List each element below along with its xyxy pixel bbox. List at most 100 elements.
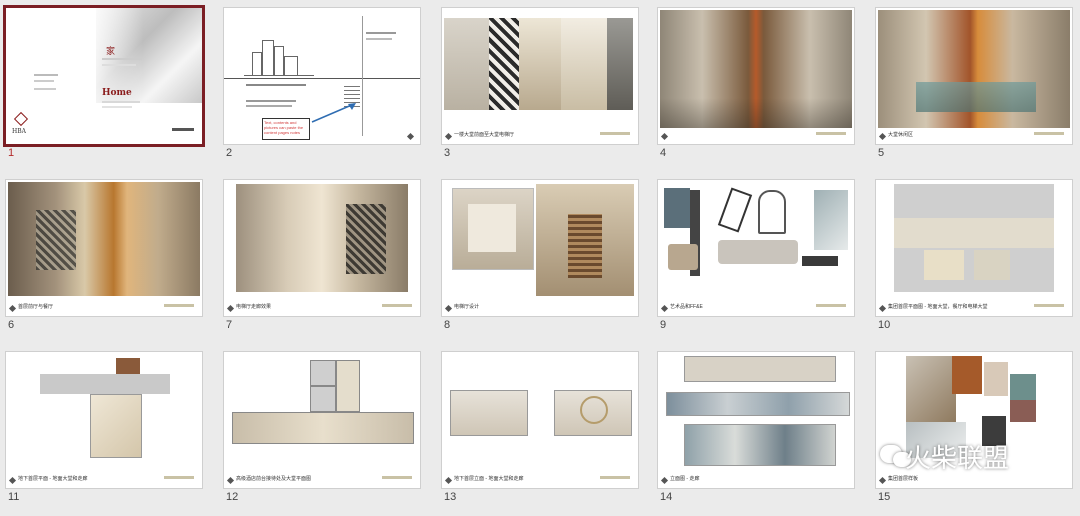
text-line <box>246 84 306 86</box>
mural-elevation <box>684 424 836 466</box>
mural-elevation <box>666 392 850 416</box>
slide-preview[interactable]: 集团首层平面图 - 地面大堂，餐厅和电梯大堂 <box>876 180 1072 316</box>
mirror-shape <box>580 396 608 424</box>
slide-preview[interactable]: 电梯厅走廊效果 <box>224 180 420 316</box>
slide-preview[interactable]: 电梯厅设计 <box>442 180 638 316</box>
brand-mark <box>1034 132 1064 135</box>
text-line <box>246 105 292 107</box>
elevator-hall-photo <box>561 18 607 110</box>
caption-mark-icon <box>660 304 669 313</box>
slide-preview[interactable]: 地下首层平面 - 地面大堂和走廊 <box>6 352 202 488</box>
material-swatch <box>952 356 982 394</box>
slide-number: 6 <box>8 319 15 331</box>
brand-mark <box>164 476 194 479</box>
brand-mark <box>1034 304 1064 307</box>
divider <box>224 78 420 79</box>
slide-thumbnail[interactable]: 地下首层立面 - 地面大堂和走廊 13 <box>442 352 638 516</box>
slide-preview[interactable]: 艺术品和FF&E <box>658 180 854 316</box>
slide-thumbnail[interactable]: 高级酒店前台接待处及大堂平面图 12 <box>224 352 420 516</box>
note-box: Text, contents and pictures can paste th… <box>262 118 310 140</box>
slide-preview[interactable]: 大堂休闲区 <box>876 8 1072 144</box>
slide-preview[interactable]: 首层前厅与餐厅 <box>6 180 202 316</box>
elevation-drawing <box>684 356 836 382</box>
slide-thumbnail[interactable]: Text, contents and pictures can paste th… <box>224 8 420 172</box>
slide-caption: 集团首层平面图 - 地面大堂，餐厅和电梯大堂 <box>888 304 988 310</box>
decor-door-panel <box>568 214 602 278</box>
material-swatch <box>1010 374 1036 400</box>
slide-thumbnail[interactable]: 大堂休闲区 5 <box>876 8 1072 172</box>
caption-mark-icon <box>878 304 887 313</box>
floor-shade <box>660 98 852 128</box>
slide-caption: 电梯厅走廊效果 <box>236 304 272 310</box>
caption-mark-icon <box>444 476 453 485</box>
lattice-screen-photo <box>489 18 519 110</box>
caption-mark-icon <box>878 132 887 141</box>
material-swatch <box>1010 400 1036 422</box>
slide-preview[interactable] <box>658 8 854 144</box>
slide-number: 5 <box>878 147 885 159</box>
caption-mark-icon <box>878 476 887 485</box>
slide-thumbnail[interactable]: 地下首层平面 - 地面大堂和走廊 11 <box>6 352 202 516</box>
divider <box>102 64 136 66</box>
text-line <box>366 32 396 34</box>
divider <box>102 106 132 108</box>
side-table <box>802 256 838 266</box>
caption-mark-icon <box>226 476 235 485</box>
slide-thumbnail[interactable]: 首层前厅与餐厅 6 <box>6 180 202 344</box>
slide-number: 8 <box>444 319 451 331</box>
slide-thumbnail[interactable]: 电梯厅走廊效果 7 <box>224 180 420 344</box>
text-line <box>246 100 296 102</box>
brand-mark <box>382 476 412 479</box>
plan-lobby <box>90 394 142 458</box>
slide-number: 11 <box>8 491 20 503</box>
watermark-text: 火柴联盟 <box>905 444 1010 474</box>
slide-preview[interactable]: Text, contents and pictures can paste th… <box>224 8 420 144</box>
slide-number: 7 <box>226 319 233 331</box>
slide-number: 14 <box>660 491 673 503</box>
slide-number: 12 <box>226 491 239 503</box>
plan-room <box>310 386 336 412</box>
brand-mark <box>816 304 846 307</box>
slide-thumbnail[interactable]: 集团首层平面图 - 地面大堂，餐厅和电梯大堂 10 <box>876 180 1072 344</box>
slide-number: 10 <box>878 319 891 331</box>
slide-thumbnail[interactable]: 电梯厅设计 8 <box>442 180 638 344</box>
slide-preview[interactable]: 高级酒店前台接待处及大堂平面图 <box>224 352 420 488</box>
slide-thumbnail[interactable]: 艺术品和FF&E 9 <box>658 180 854 344</box>
slide-thumbnail[interactable]: 立面图 - 走廊 14 <box>658 352 854 516</box>
lobby-photo <box>444 18 489 110</box>
caption-mark-icon <box>444 304 453 313</box>
screen-panel <box>36 210 76 270</box>
slide-thumbnail[interactable]: 集团首层样板 15 <box>876 352 1072 516</box>
side-table <box>668 244 698 270</box>
slide-number: 15 <box>878 491 891 503</box>
plan-feature <box>116 358 140 374</box>
slide-number: 13 <box>444 491 457 503</box>
slide-preview[interactable]: 地下首层立面 - 地面大堂和走廊 <box>442 352 638 488</box>
slide-thumbnail[interactable]: 4 <box>658 8 854 172</box>
material-swatch <box>906 356 956 422</box>
caption-mark-icon <box>660 132 669 141</box>
cover-title: 家 <box>106 47 116 57</box>
text-line <box>366 38 392 40</box>
slide-sorter-grid: 家 Home HBA 1 Text, contents and pictures… <box>0 0 1080 503</box>
plan-corridor <box>232 412 414 444</box>
skyline-sketch <box>244 38 314 76</box>
slide-preview[interactable]: 家 Home HBA <box>6 8 202 144</box>
slide-caption: 电梯厅设计 <box>454 304 480 310</box>
brand-mark <box>382 304 412 307</box>
slide-thumbnail[interactable]: 家 Home HBA 1 <box>6 8 202 172</box>
divider <box>102 58 142 60</box>
plan-room <box>974 250 1010 280</box>
slide-preview[interactable]: 一楼大堂前面至大堂电梯厅 <box>442 8 638 144</box>
slide-preview[interactable]: 立面图 - 走廊 <box>658 352 854 488</box>
slide-thumbnail[interactable]: 一楼大堂前面至大堂电梯厅 3 <box>442 8 638 172</box>
furniture-shape <box>916 82 1036 112</box>
divider <box>34 80 54 82</box>
slide-caption: 首层前厅与餐厅 <box>18 304 54 310</box>
caption-mark-icon <box>226 304 235 313</box>
material-swatch <box>984 362 1008 396</box>
slide-number: 2 <box>226 147 233 159</box>
footer-mark <box>406 132 415 141</box>
slide-number: 9 <box>660 319 667 331</box>
slide-caption: 大堂休闲区 <box>888 132 914 138</box>
